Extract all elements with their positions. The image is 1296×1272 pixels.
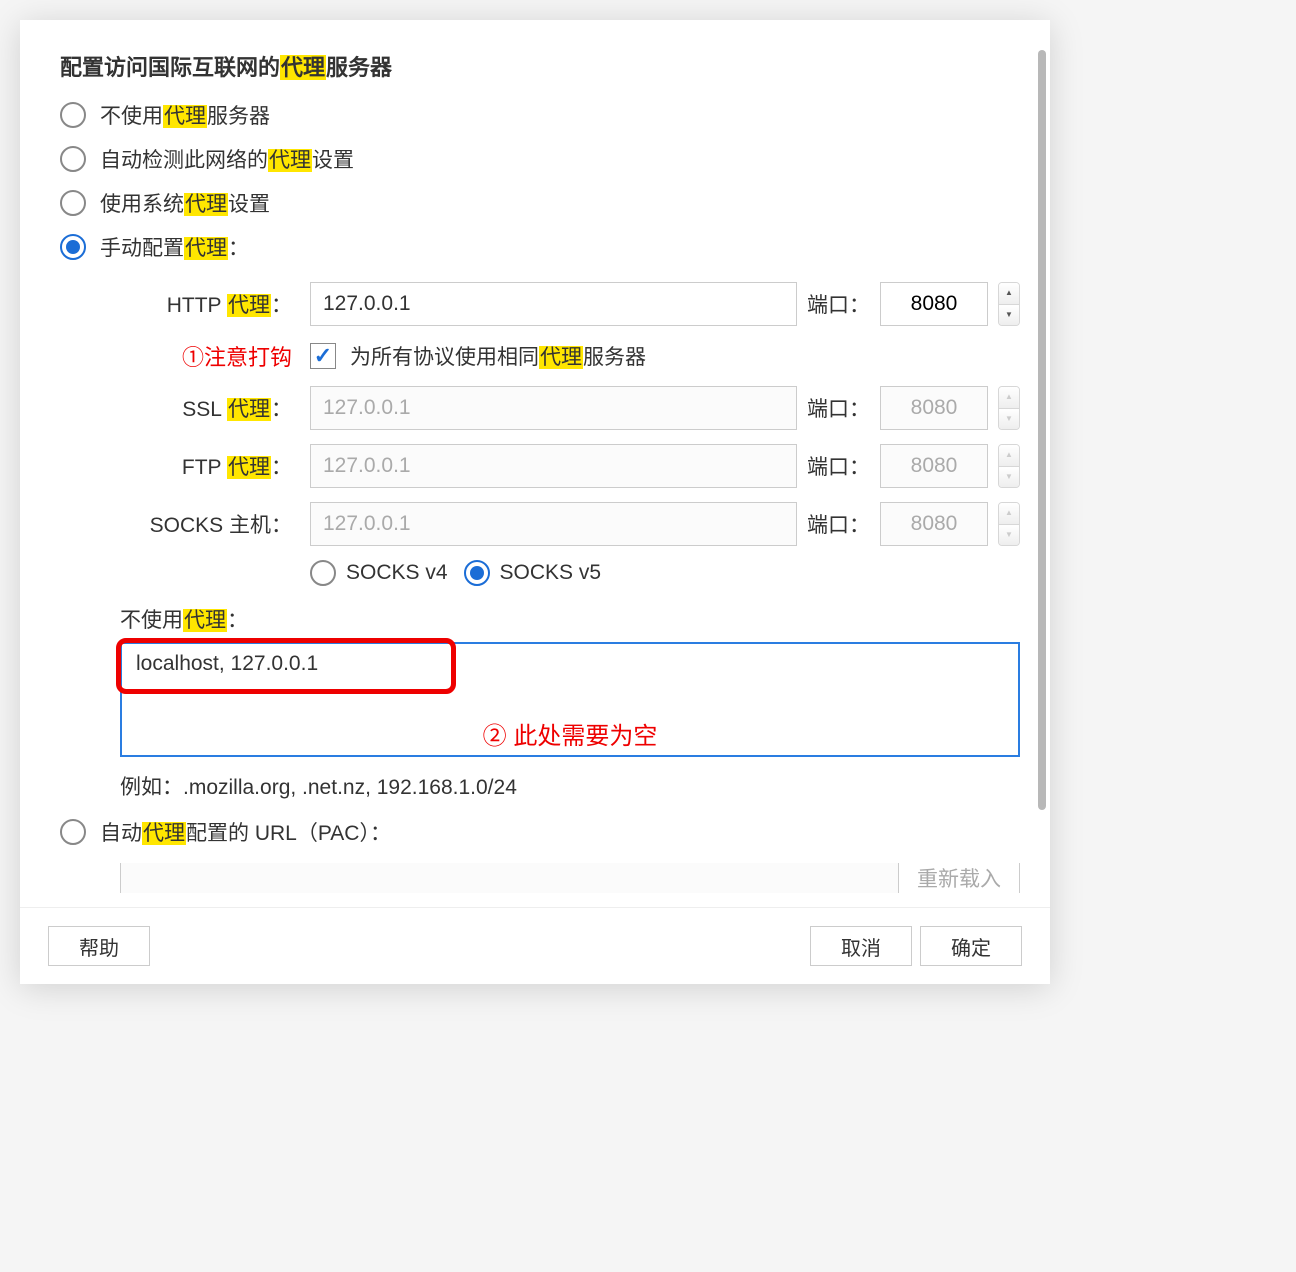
spinner-down-icon: ▼ [999,467,1019,488]
radio-manual[interactable] [60,234,86,260]
cancel-button[interactable]: 取消 [810,926,912,966]
pac-url-section: 重新载入 [120,863,1020,893]
spinner-down-icon: ▼ [999,409,1019,430]
ok-button[interactable]: 确定 [920,926,1022,966]
no-proxy-label: 不使用代理： [120,604,1020,634]
spinner-down-icon[interactable]: ▼ [999,305,1019,326]
reload-button: 重新载入 [898,863,1020,893]
spinner-up-icon: ▲ [999,387,1019,409]
pac-url-input [120,863,899,893]
radio-socks-v4[interactable] [310,560,336,586]
socks-port-spinner: ▲ ▼ [998,502,1020,546]
http-port-spinner[interactable]: ▲ ▼ [998,282,1020,326]
radio-system[interactable] [60,190,86,216]
http-port-label: 端口： [807,289,870,319]
heading-hl: 代理 [280,55,326,80]
http-port-input[interactable] [880,282,988,326]
http-proxy-label: HTTP 代理： [120,289,300,319]
heading-pre: 配置访问国际互联网的 [60,55,280,80]
spinner-up-icon: ▲ [999,503,1019,525]
ftp-port-input [880,444,988,488]
ftp-port-label: 端口： [807,451,870,481]
ssl-port-label: 端口： [807,393,870,423]
spinner-up-icon[interactable]: ▲ [999,283,1019,305]
ssl-port-spinner: ▲ ▼ [998,386,1020,430]
heading: 配置访问国际互联网的代理服务器 [60,50,1020,82]
http-proxy-row: HTTP 代理： 端口： ▲ ▼ [120,282,1020,326]
ssl-proxy-input [310,386,797,430]
heading-post: 服务器 [326,55,392,80]
same-for-all-label: 为所有协议使用相同代理服务器 [350,341,646,371]
radio-autodetect[interactable] [60,146,86,172]
radio-system-label: 使用系统代理设置 [100,188,270,218]
radio-pac-row[interactable]: 自动代理配置的 URL（PAC）： [60,817,1020,847]
socks-port-input [880,502,988,546]
radio-system-row[interactable]: 使用系统代理设置 [60,188,1020,218]
radio-no-proxy[interactable] [60,102,86,128]
no-proxy-textarea[interactable] [120,642,1020,757]
no-proxy-section: 不使用代理： ② 此处需要为空 例如：.mozilla.org, .net.nz… [120,604,1020,801]
socks-v5-option[interactable]: SOCKS v5 [464,560,602,586]
ssl-proxy-row: SSL 代理： 端口： ▲ ▼ [120,386,1020,430]
radio-manual-label: 手动配置代理： [100,232,249,262]
proxy-settings-dialog: 配置访问国际互联网的代理服务器 不使用代理服务器 自动检测此网络的代理设置 使用… [20,20,1050,984]
dialog-content: 配置访问国际互联网的代理服务器 不使用代理服务器 自动检测此网络的代理设置 使用… [20,50,1050,893]
radio-pac-label: 自动代理配置的 URL（PAC）： [100,817,391,847]
radio-no-proxy-row[interactable]: 不使用代理服务器 [60,100,1020,130]
spinner-down-icon: ▼ [999,525,1019,546]
proxy-grid: HTTP 代理： 端口： ▲ ▼ ①注意打钩 为所有协议使用相 [120,282,1020,586]
socks-proxy-input [310,502,797,546]
socks-proxy-row: SOCKS 主机： 端口： ▲ ▼ [120,502,1020,546]
socks-version-row: SOCKS v4 SOCKS v5 [310,560,1020,586]
ssl-port-input [880,386,988,430]
socks-proxy-label: SOCKS 主机： [120,509,300,539]
same-for-all-checkbox[interactable] [310,343,336,369]
scrollbar[interactable] [1038,50,1046,810]
socks-v5-label: SOCKS v5 [500,561,602,585]
socks-port-label: 端口： [807,509,870,539]
socks-v4-label: SOCKS v4 [346,561,448,585]
no-proxy-example: 例如：.mozilla.org, .net.nz, 192.168.1.0/24 [120,771,1020,801]
spinner-up-icon: ▲ [999,445,1019,467]
radio-autodetect-row[interactable]: 自动检测此网络的代理设置 [60,144,1020,174]
radio-manual-row[interactable]: 手动配置代理： [60,232,1020,262]
http-proxy-input[interactable] [310,282,797,326]
annotation-note1: ①注意打钩 [120,340,300,372]
same-for-all-wrap[interactable]: 为所有协议使用相同代理服务器 [310,341,1020,371]
radio-no-proxy-label: 不使用代理服务器 [100,100,270,130]
button-bar: 帮助 取消 确定 [20,907,1050,984]
radio-socks-v5[interactable] [464,560,490,586]
radio-autodetect-label: 自动检测此网络的代理设置 [100,144,354,174]
socks-v4-option[interactable]: SOCKS v4 [310,560,448,586]
ftp-proxy-label: FTP 代理： [120,451,300,481]
ssl-proxy-label: SSL 代理： [120,393,300,423]
ftp-proxy-row: FTP 代理： 端口： ▲ ▼ [120,444,1020,488]
help-button[interactable]: 帮助 [48,926,150,966]
radio-pac[interactable] [60,819,86,845]
ftp-port-spinner: ▲ ▼ [998,444,1020,488]
ftp-proxy-input [310,444,797,488]
same-for-all-row: ①注意打钩 为所有协议使用相同代理服务器 [120,340,1020,372]
